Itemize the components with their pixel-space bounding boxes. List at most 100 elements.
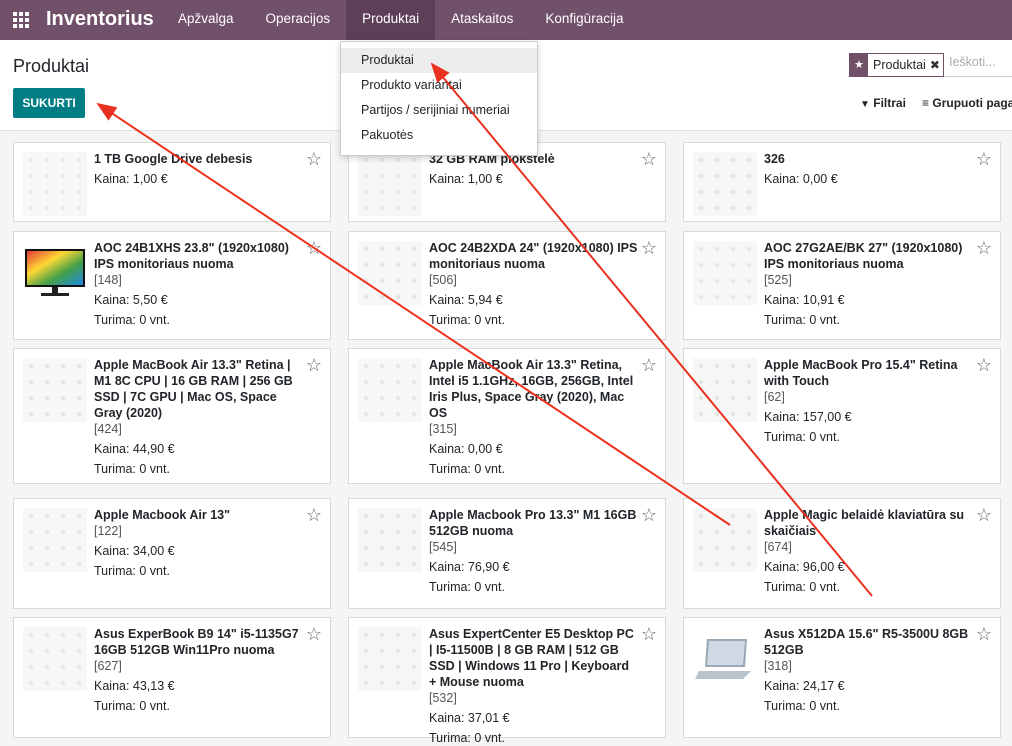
favorite-star-icon[interactable]: ☆ bbox=[641, 506, 657, 524]
favorite-star-icon[interactable]: ☆ bbox=[976, 625, 992, 643]
product-stock: Turima: 0 vnt. bbox=[429, 580, 505, 594]
placeholder-image bbox=[693, 241, 757, 305]
favorite-star-icon[interactable]: ☆ bbox=[976, 506, 992, 524]
product-name: Apple MacBook Pro 15.4" Retina with Touc… bbox=[764, 358, 958, 388]
remove-facet-icon[interactable]: ✖ bbox=[930, 58, 943, 72]
placeholder-image bbox=[358, 627, 422, 691]
placeholder-image bbox=[23, 627, 87, 691]
placeholder-image bbox=[23, 508, 87, 572]
favorite-star-icon[interactable]: ☆ bbox=[641, 150, 657, 168]
product-name: Apple MacBook Air 13.3" Retina | M1 8C C… bbox=[94, 358, 293, 420]
card-body: AOC 24B1XHS 23.8" (1920x1080) IPS monito… bbox=[94, 240, 304, 328]
favorite-star-icon[interactable]: ☆ bbox=[306, 150, 322, 168]
dropdown-item-produkto-variantai[interactable]: Produkto variantai bbox=[341, 73, 537, 98]
product-card[interactable]: AOC 24B1XHS 23.8" (1920x1080) IPS monito… bbox=[13, 231, 331, 340]
menu-ataskaitos[interactable]: Ataskaitos bbox=[435, 0, 529, 40]
product-stock: Turima: 0 vnt. bbox=[764, 313, 840, 327]
favorite-star-icon[interactable]: ☆ bbox=[306, 625, 322, 643]
favorite-star-icon[interactable]: ☆ bbox=[306, 506, 322, 524]
search-facet: ★ Produktai ✖ bbox=[849, 53, 944, 77]
product-name: Apple Macbook Pro 13.3" M1 16GB 512GB nu… bbox=[429, 508, 637, 538]
product-name: AOC 24B1XHS 23.8" (1920x1080) IPS monito… bbox=[94, 241, 289, 271]
card-body: 32 GB RAM plokštelė Kaina: 1,00 € bbox=[429, 151, 639, 187]
product-card[interactable]: Asus X512DA 15.6" R5-3500U 8GB 512GB [318… bbox=[683, 617, 1001, 738]
product-card[interactable]: 326 Kaina: 0,00 € ☆ bbox=[683, 142, 1001, 222]
card-body: Apple MacBook Air 13.3" Retina | M1 8C C… bbox=[94, 357, 304, 477]
product-card[interactable]: 1 TB Google Drive debesis Kaina: 1,00 € ☆ bbox=[13, 142, 331, 222]
product-price: Kaina: 76,90 € bbox=[429, 560, 510, 574]
filter-funnel-icon: ▼ bbox=[860, 99, 870, 110]
groupby-button[interactable]: ≡ Grupuoti pagal bbox=[922, 96, 1012, 110]
product-card[interactable]: Apple Macbook Air 13" [122] Kaina: 34,00 €… bbox=[13, 498, 331, 609]
menu-apzvalga[interactable]: Apžvalga bbox=[162, 0, 250, 40]
product-stock: Turima: 0 vnt. bbox=[429, 462, 505, 476]
product-card[interactable]: AOC 24B2XDA 24" (1920x1080) IPS monitori… bbox=[348, 231, 666, 340]
laptop-image bbox=[693, 627, 757, 691]
favorite-star-icon[interactable]: ☆ bbox=[976, 356, 992, 374]
menu-operacijos[interactable]: Operacijos bbox=[250, 0, 347, 40]
card-body: Apple MacBook Pro 15.4" Retina with Touc… bbox=[764, 357, 974, 445]
product-price: Kaina: 44,90 € bbox=[94, 442, 175, 456]
card-body: Asus ExpertCenter E5 Desktop PC | I5-115… bbox=[429, 626, 639, 746]
favorite-star-icon: ★ bbox=[850, 54, 868, 76]
dropdown-item-produktai[interactable]: Produktai bbox=[341, 48, 537, 73]
product-name: Asus X512DA 15.6" R5-3500U 8GB 512GB bbox=[764, 627, 969, 657]
product-ref: [525] bbox=[764, 273, 792, 287]
product-card[interactable]: Apple Magic belaidė klaviatūra su skaiči… bbox=[683, 498, 1001, 609]
product-ref: [318] bbox=[764, 659, 792, 673]
card-body: 1 TB Google Drive debesis Kaina: 1,00 € bbox=[94, 151, 304, 187]
product-ref: [506] bbox=[429, 273, 457, 287]
product-stock: Turima: 0 vnt. bbox=[94, 699, 170, 713]
product-ref: [674] bbox=[764, 540, 792, 554]
product-card[interactable]: Asus ExpertCenter E5 Desktop PC | I5-115… bbox=[348, 617, 666, 745]
favorite-star-icon[interactable]: ☆ bbox=[641, 625, 657, 643]
product-stock: Turima: 0 vnt. bbox=[764, 430, 840, 444]
product-ref: [62] bbox=[764, 390, 785, 404]
top-navbar: Inventorius Apžvalga Operacijos Produkta… bbox=[0, 0, 1012, 40]
placeholder-image bbox=[358, 241, 422, 305]
monitor-image bbox=[23, 241, 87, 305]
product-card[interactable]: AOC 27G2AE/BK 27" (1920x1080) IPS monito… bbox=[683, 231, 1001, 340]
app-brand[interactable]: Inventorius bbox=[46, 8, 154, 31]
product-price: Kaina: 37,01 € bbox=[429, 711, 510, 725]
product-price: Kaina: 34,00 € bbox=[94, 544, 175, 558]
card-body: AOC 27G2AE/BK 27" (1920x1080) IPS monito… bbox=[764, 240, 974, 328]
create-button[interactable]: SUKURTI bbox=[13, 88, 85, 118]
card-body: Asus X512DA 15.6" R5-3500U 8GB 512GB [318… bbox=[764, 626, 974, 714]
card-body: Apple Magic belaidė klaviatūra su skaiči… bbox=[764, 507, 974, 595]
favorite-star-icon[interactable]: ☆ bbox=[641, 239, 657, 257]
card-body: Apple MacBook Air 13.3" Retina, Intel i5… bbox=[429, 357, 639, 477]
groupby-label: Grupuoti pagal bbox=[932, 96, 1012, 110]
filters-button[interactable]: ▼ Filtrai bbox=[860, 96, 906, 110]
product-card[interactable]: Asus ExperBook B9 14" i5-1135G7 16GB 512… bbox=[13, 617, 331, 738]
product-card[interactable]: Apple Macbook Pro 13.3" M1 16GB 512GB nu… bbox=[348, 498, 666, 609]
produktai-dropdown: Produktai Produkto variantai Partijos / … bbox=[340, 41, 538, 156]
favorite-star-icon[interactable]: ☆ bbox=[641, 356, 657, 374]
menu-konfiguracija[interactable]: Konfigūracija bbox=[529, 0, 639, 40]
dropdown-item-pakuotes[interactable]: Pakuotės bbox=[341, 123, 537, 148]
favorite-star-icon[interactable]: ☆ bbox=[976, 150, 992, 168]
card-body: Apple Macbook Pro 13.3" M1 16GB 512GB nu… bbox=[429, 507, 639, 595]
menu-produktai[interactable]: Produktai bbox=[346, 0, 436, 40]
search-input[interactable] bbox=[949, 55, 1009, 69]
product-card[interactable]: Apple MacBook Air 13.3" Retina | M1 8C C… bbox=[13, 348, 331, 484]
dropdown-item-partijos[interactable]: Partijos / serijiniai numeriai bbox=[341, 98, 537, 123]
product-price: Kaina: 43,13 € bbox=[94, 679, 175, 693]
product-price: Kaina: 1,00 € bbox=[429, 172, 503, 186]
product-name: Asus ExpertCenter E5 Desktop PC | I5-115… bbox=[429, 627, 634, 689]
favorite-star-icon[interactable]: ☆ bbox=[976, 239, 992, 257]
placeholder-image bbox=[693, 358, 757, 422]
placeholder-image bbox=[23, 152, 87, 216]
placeholder-image bbox=[358, 508, 422, 572]
product-name: 1 TB Google Drive debesis bbox=[94, 152, 253, 166]
apps-grid-icon[interactable] bbox=[13, 12, 29, 28]
product-ref: [315] bbox=[429, 422, 457, 436]
product-name: AOC 24B2XDA 24" (1920x1080) IPS monitori… bbox=[429, 241, 638, 271]
product-ref: [424] bbox=[94, 422, 122, 436]
product-ref: [545] bbox=[429, 540, 457, 554]
favorite-star-icon[interactable]: ☆ bbox=[306, 239, 322, 257]
product-card[interactable]: Apple MacBook Air 13.3" Retina, Intel i5… bbox=[348, 348, 666, 484]
product-card[interactable]: Apple MacBook Pro 15.4" Retina with Touc… bbox=[683, 348, 1001, 484]
favorite-star-icon[interactable]: ☆ bbox=[306, 356, 322, 374]
list-bars-icon: ≡ bbox=[922, 96, 930, 110]
